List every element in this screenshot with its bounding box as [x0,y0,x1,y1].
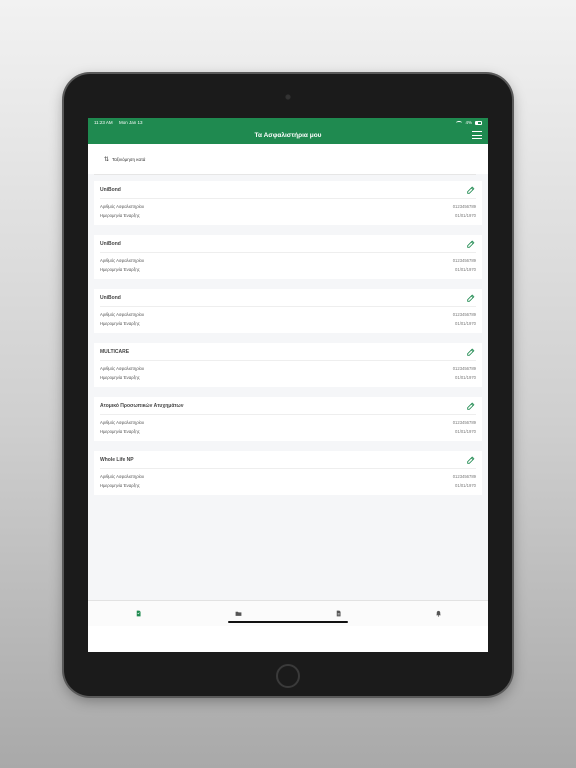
edit-pencil-icon[interactable] [466,185,476,195]
edit-pencil-icon[interactable] [466,347,476,357]
edit-pencil-icon[interactable] [466,239,476,249]
start-date-label: Ημερομηνία Έναρξης [100,483,140,488]
home-indicator [228,621,348,623]
page-title: Τα Ασφαλιστήρια μου [254,132,322,139]
hamburger-menu-icon[interactable] [472,131,482,140]
policy-number-row: Αριθμός Ασφαλιστηρίου 0123456789 [100,202,476,211]
edit-pencil-icon[interactable] [466,401,476,411]
start-date-row: Ημερομηνία Έναρξης 01/01/1970 [100,265,476,274]
wifi-icon [456,120,463,125]
policy-card[interactable]: UniBond Αριθμός Ασφαλιστηρίου 0123456789… [94,289,482,333]
status-time: 11:23 AM [94,120,113,125]
policy-card-header: MULTICARE [100,343,476,361]
policy-details: Αριθμός Ασφαλιστηρίου 0123456789 Ημερομη… [100,307,476,328]
policy-card[interactable]: Ατομικό Προσωπικών Ατυχημάτων Αριθμός Ασ… [94,397,482,441]
start-date-label: Ημερομηνία Έναρξης [100,321,140,326]
sort-row: ⇅ Ταξινόμηση κατά [88,144,488,174]
status-bar: 11:23 AM Mon Jan 13 4% [88,118,488,127]
policy-name: UniBond [100,294,121,301]
policy-card-header: UniBond [100,289,476,307]
policy-card-header: UniBond [100,235,476,253]
policy-card[interactable]: UniBond Αριθμός Ασφαλιστηρίου 0123456789… [94,181,482,225]
policy-name: UniBond [100,240,121,247]
policy-card-header: UniBond [100,181,476,199]
edit-pencil-icon[interactable] [466,455,476,465]
start-date-value: 01/01/1970 [455,483,476,488]
tab-folder[interactable] [218,607,258,621]
policy-number-value: 0123456789 [452,420,476,425]
start-date-value: 01/01/1970 [455,375,476,380]
policy-card-header: Whole Life NP [100,451,476,469]
policy-details: Αριθμός Ασφαλιστηρίου 0123456789 Ημερομη… [100,253,476,274]
policy-details: Αριθμός Ασφαλιστηρίου 0123456789 Ημερομη… [100,361,476,382]
policy-card[interactable]: MULTICARE Αριθμός Ασφαλιστηρίου 01234567… [94,343,482,387]
start-date-value: 01/01/1970 [455,429,476,434]
home-button[interactable] [276,664,300,688]
status-left: 11:23 AM Mon Jan 13 [94,120,147,125]
start-date-label: Ημερομηνία Έναρξης [100,429,140,434]
file-icon [336,610,341,617]
policy-number-row: Αριθμός Ασφαλιστηρίου 0123456789 [100,364,476,373]
start-date-label: Ημερομηνία Έναρξης [100,375,140,380]
policy-details: Αριθμός Ασφαλιστηρίου 0123456789 Ημερομη… [100,469,476,490]
start-date-row: Ημερομηνία Έναρξης 01/01/1970 [100,319,476,328]
start-date-row: Ημερομηνία Έναρξης 01/01/1970 [100,481,476,490]
policy-name: MULTICARE [100,348,130,355]
battery-icon [475,120,482,125]
start-date-label: Ημερομηνία Έναρξης [100,213,140,218]
sort-arrows-icon: ⇅ [104,156,110,163]
policy-number-row: Αριθμός Ασφαλιστηρίου 0123456789 [100,310,476,319]
policy-number-row: Αριθμός Ασφαλιστηρίου 0123456789 [100,472,476,481]
policy-name: UniBond [100,186,121,193]
policy-card-header: Ατομικό Προσωπικών Ατυχημάτων [100,397,476,415]
edit-pencil-icon[interactable] [466,293,476,303]
policy-name: Whole Life NP [100,456,134,463]
start-date-value: 01/01/1970 [455,321,476,326]
start-date-row: Ημερομηνία Έναρξης 01/01/1970 [100,211,476,220]
camera [285,94,291,100]
tab-file[interactable] [318,607,358,621]
policy-details: Αριθμός Ασφαλιστηρίου 0123456789 Ημερομη… [100,415,476,436]
policy-number-label: Αριθμός Ασφαλιστηρίου [100,420,145,425]
sort-button[interactable]: ⇅ Ταξινόμηση κατά [100,152,150,166]
folder-icon [235,611,241,616]
app-screen: 11:23 AM Mon Jan 13 4% Τα Ασφαλιστήρια μ… [88,118,488,652]
start-date-row: Ημερομηνία Έναρξης 01/01/1970 [100,427,476,436]
tab-policy-document[interactable] [118,607,158,621]
policy-number-value: 0123456789 [452,366,476,371]
status-right: 4% [456,120,482,125]
policy-list: UniBond Αριθμός Ασφαλιστηρίου 0123456789… [88,175,488,495]
policy-number-label: Αριθμός Ασφαλιστηρίου [100,312,145,317]
policy-number-row: Αριθμός Ασφαλιστηρίου 0123456789 [100,418,476,427]
policy-details: Αριθμός Ασφαλιστηρίου 0123456789 Ημερομη… [100,199,476,220]
policy-card[interactable]: UniBond Αριθμός Ασφαλιστηρίου 0123456789… [94,235,482,279]
battery-percent: 4% [465,120,472,125]
header-bar: Τα Ασφαλιστήρια μου [88,127,488,144]
policy-number-label: Αριθμός Ασφαλιστηρίου [100,204,145,209]
policy-number-row: Αριθμός Ασφαλιστηρίου 0123456789 [100,256,476,265]
start-date-value: 01/01/1970 [455,213,476,218]
status-date: Mon Jan 13 [118,120,143,125]
policy-card[interactable]: Whole Life NP Αριθμός Ασφαλιστηρίου 0123… [94,451,482,495]
policy-number-label: Αριθμός Ασφαλιστηρίου [100,258,145,263]
main-content: ⇅ Ταξινόμηση κατά UniBond Αριθμός Ασφαλι… [88,144,488,626]
start-date-value: 01/01/1970 [455,267,476,272]
policy-number-value: 0123456789 [452,258,476,263]
policy-name: Ατομικό Προσωπικών Ατυχημάτων [100,402,184,409]
start-date-label: Ημερομηνία Έναρξης [100,267,140,272]
bell-icon [435,610,441,617]
start-date-row: Ημερομηνία Έναρξης 01/01/1970 [100,373,476,382]
bottom-tab-bar [88,600,488,626]
policy-number-label: Αριθμός Ασφαλιστηρίου [100,366,145,371]
policy-number-value: 0123456789 [452,204,476,209]
tablet-frame: 11:23 AM Mon Jan 13 4% Τα Ασφαλιστήρια μ… [64,74,512,696]
policy-number-value: 0123456789 [452,312,476,317]
sort-label: Ταξινόμηση κατά [112,156,146,162]
policy-document-icon [136,610,141,617]
tab-bell[interactable] [418,607,458,621]
policy-number-label: Αριθμός Ασφαλιστηρίου [100,474,145,479]
policy-number-value: 0123456789 [452,474,476,479]
